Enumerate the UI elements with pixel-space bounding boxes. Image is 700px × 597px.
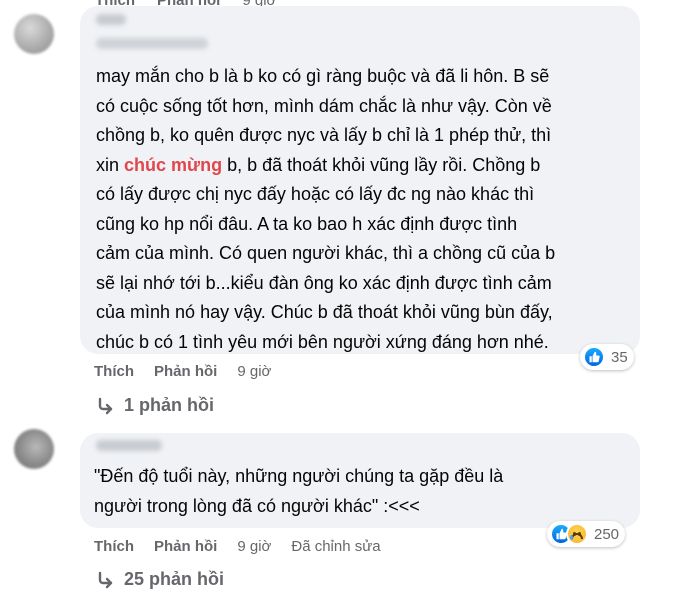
reaction-summary[interactable]: 250 — [547, 521, 626, 547]
reaction-count: 250 — [594, 525, 620, 543]
reaction-summary[interactable]: 35 — [580, 344, 634, 370]
blurred-author-name[interactable] — [96, 440, 162, 451]
comment-text: "Đến độ tuổi này, những người chúng ta g… — [94, 466, 504, 516]
comment-text-part: b, b đã thoát khỏi vũng lầy rồi. Chồng b… — [96, 154, 556, 352]
like-link[interactable]: Thích — [94, 538, 134, 555]
avatar[interactable] — [14, 14, 54, 54]
edited-label[interactable]: Đã chỉnh sửa — [291, 538, 380, 555]
sad-reaction-icon — [566, 523, 588, 545]
replies-count: 25 phản hồi — [124, 569, 225, 589]
reply-link[interactable]: Phản hồi — [154, 363, 217, 380]
like-reaction-icon — [583, 346, 605, 368]
comment-actions: Thích Phản hồi 9 giờ Đã chỉnh sửa — [94, 538, 381, 555]
blurred-badge — [96, 14, 126, 25]
highlighted-phrase: chúc mừng — [124, 154, 223, 175]
blurred-author-name[interactable] — [96, 38, 208, 49]
avatar[interactable] — [14, 429, 54, 469]
view-replies-link[interactable]: 25 phản hồi — [96, 569, 224, 590]
reaction-count: 35 — [611, 348, 628, 366]
reply-link[interactable]: Phản hồi — [154, 538, 217, 555]
like-link[interactable]: Thích — [94, 363, 134, 380]
replies-count: 1 phản hồi — [124, 395, 214, 415]
reply-arrow-icon — [98, 571, 113, 588]
view-replies-link[interactable]: 1 phản hồi — [96, 395, 214, 416]
timestamp[interactable]: 9 giờ — [237, 363, 271, 380]
comment-actions: Thích Phản hồi 9 giờ — [94, 363, 271, 380]
timestamp[interactable]: 9 giờ — [237, 538, 271, 555]
reply-arrow-icon — [98, 397, 113, 414]
comment-text: may mắn cho b là b ko có gì ràng buộc và… — [96, 62, 636, 357]
